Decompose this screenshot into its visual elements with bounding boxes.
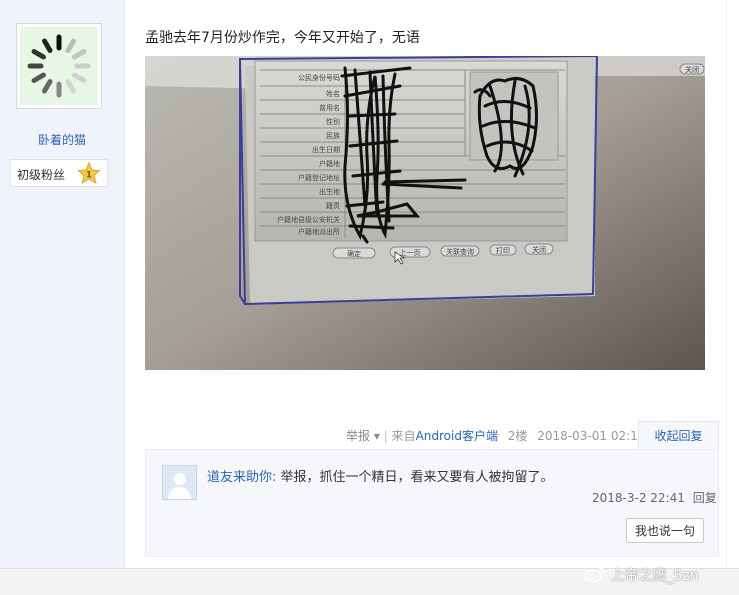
reply-time: 2018-3-2 22:41 [592,491,685,505]
photo-form-label: 公民身份号码 [298,73,340,82]
floor-number: 2楼 [507,429,528,443]
photo-button-label: 关闭 [532,245,546,254]
author-avatar[interactable] [16,23,102,109]
report-link[interactable]: 举报 ▾ [346,429,380,443]
photo-button-label: 关联查询 [446,247,474,256]
photo-form-label: 民族 [326,131,340,140]
photo-corner-label: 关闭 [685,65,699,74]
post-meta: 举报 ▾ | 来自Android客户端 2楼 2018-03-01 02:18 [346,429,646,443]
weibo-watermark: 上帝之鹰_5zn [584,565,699,585]
post-photo[interactable]: 公民身份号码 姓名 曾用名 性别 民族 出生日期 户籍地 户籍登记地址 出生地 … [145,56,705,370]
author-username[interactable]: 卧着的猫 [0,131,124,148]
photo-form-label: 籍贯 [326,201,340,210]
photo-form-label: 户籍登记地址 [298,173,340,182]
say-something-button[interactable]: 我也说一句 [626,518,704,543]
post-datetime: 2018-03-01 02:18 [537,429,646,443]
photo-button-label: 上一页 [400,248,421,257]
photo-form-label: 户籍地派出所 [298,227,340,236]
collapse-reply-button[interactable]: 收起回复 [638,421,719,450]
weibo-icon [584,567,605,583]
from-label: 来自 [391,429,416,443]
watermark-text: 上帝之鹰_5zn [610,568,699,584]
reply-content: 道友来助你: 举报，抓住一个精日，看来又要有人被拘留了。 [207,466,554,485]
post-text: 孟驰去年7月份炒作完，今年又开始了，无语 [145,30,420,46]
reply-meta: 2018-3-2 22:41 回复 [592,489,717,506]
author-sidebar: 卧着的猫 初级粉丝 1 [0,0,125,568]
photo-form-label: 户籍地县级公安机关 [277,215,340,224]
photo-form-label: 姓名 [326,89,340,98]
photo-form-label: 曾用名 [319,103,340,112]
reply-text: 举报，抓住一个精日，看来又要有人被拘留了。 [280,470,554,485]
loading-spinner-icon [20,27,98,105]
reply-link[interactable]: 回复 [693,491,717,505]
reply-panel: 道友来助你: 举报，抓住一个精日，看来又要有人被拘留了。 2018-3-2 22… [145,449,719,557]
level-star-icon: 1 [77,162,101,184]
photo-form-label: 性别 [326,117,340,126]
photo-form-label: 户籍地 [319,159,340,168]
fan-level-label: 初级粉丝 [17,168,66,182]
android-client-link[interactable]: Android客户端 [416,429,498,443]
photo-button-label: 确定 [347,249,361,258]
reply-username[interactable]: 道友来助你: [207,470,276,485]
photo-button-label: 打印 [496,246,510,255]
photo-form-label: 出生地 [319,187,340,196]
default-user-icon [163,466,196,499]
level-number: 1 [86,171,92,181]
right-edge [726,0,739,568]
fan-level-badge[interactable]: 初级粉丝 1 [10,159,108,187]
photo-form-label: 出生日期 [312,145,340,154]
reply-avatar[interactable] [162,465,197,500]
